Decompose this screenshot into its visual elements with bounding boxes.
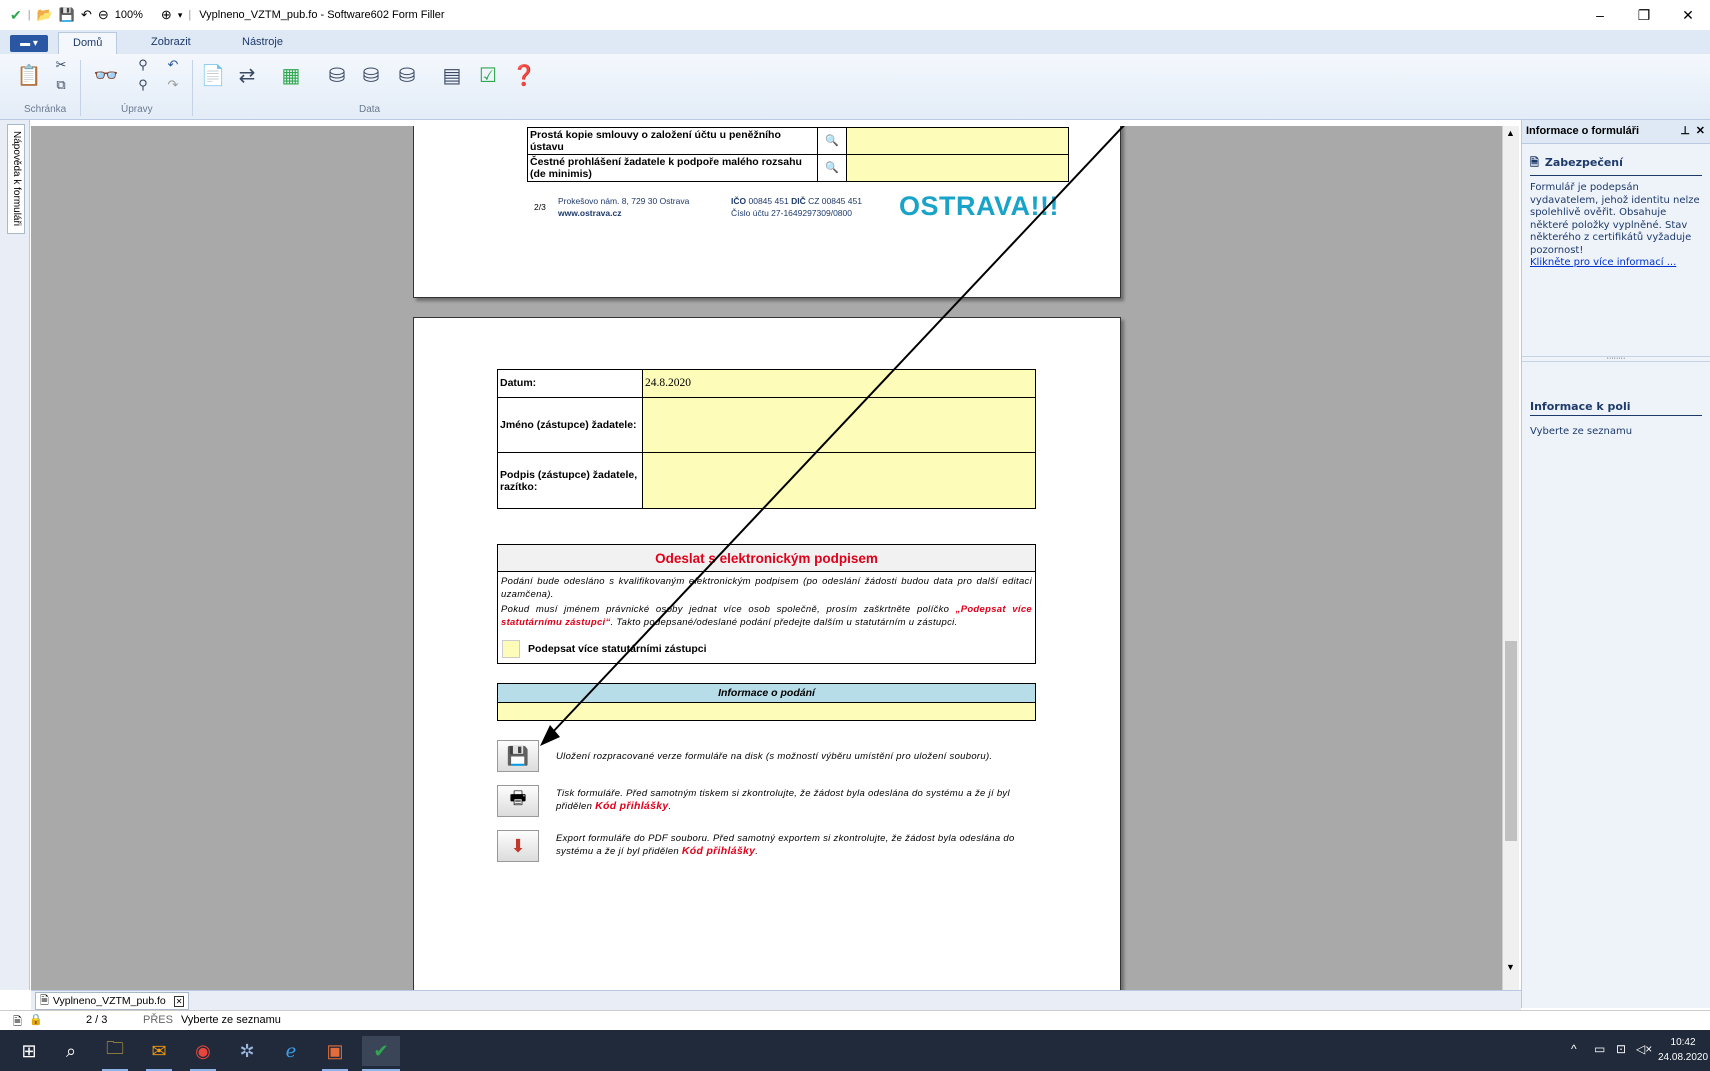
document-tab-label: Vyplneno_VZTM_pub.fo xyxy=(52,995,166,1007)
ribbon-separator xyxy=(192,60,193,116)
left-side-panel: Nápověda k formuláři xyxy=(0,120,30,990)
security-title-text: Zabezpečení xyxy=(1544,156,1623,169)
panel-title: Informace o formuláři xyxy=(1526,125,1640,137)
ribbon-separator xyxy=(80,60,81,116)
restore-button[interactable]: ❐ xyxy=(1622,0,1666,30)
window-title: Vyplneno_VZTM_pub.fo - Software602 Form … xyxy=(199,9,445,21)
cut-icon[interactable]: ✂ xyxy=(48,56,74,74)
document-tab[interactable]: 🗎 Vyplneno_VZTM_pub.fo ✕ xyxy=(35,992,190,1010)
undo-ribbon-icon[interactable]: ↶ xyxy=(160,56,186,74)
minimize-button[interactable]: – xyxy=(1578,0,1622,30)
tab-home[interactable]: Domů xyxy=(58,32,118,54)
document-icon: 🗎 xyxy=(40,994,49,1007)
replace-icon[interactable]: ⚲ xyxy=(130,76,156,94)
separator: | xyxy=(188,9,192,21)
find-icon[interactable]: 👓 xyxy=(88,60,124,90)
database-save-icon[interactable]: ⛁ xyxy=(358,60,384,90)
open-icon[interactable]: 📂 xyxy=(37,7,53,23)
database-web-icon[interactable]: ⛁ xyxy=(394,60,420,90)
internet-explorer-icon[interactable]: ℯ xyxy=(276,1036,306,1066)
import-data-icon[interactable]: 📄 xyxy=(200,60,226,90)
undo-icon[interactable]: ↶ xyxy=(81,7,92,23)
field-info-section: Informace k poli Vyberte ze seznamu xyxy=(1522,398,1710,439)
app-logo-icon: ✔ xyxy=(10,6,22,23)
database-icon[interactable]: ⛁ xyxy=(324,60,350,90)
calculator-icon[interactable]: ▤ xyxy=(439,60,465,90)
document-scrollbar[interactable]: ▲ ▼ xyxy=(1502,126,1519,990)
powerpoint-icon[interactable]: ▣ xyxy=(320,1036,350,1066)
arrow-line xyxy=(549,126,1125,736)
separator: | xyxy=(27,9,31,21)
paste-icon[interactable]: 📋 xyxy=(16,60,42,90)
zoom-in-icon[interactable]: ⊕ xyxy=(161,7,172,23)
form-info-panel: Informace o formuláři ⊥ ✕ 🗎 Zabezpečení F… xyxy=(1521,120,1710,1008)
check-form-icon[interactable]: ☑ xyxy=(475,60,501,90)
security-text: Formulář je podepsán vydavatelem, jehož … xyxy=(1530,182,1700,256)
scroll-up-icon[interactable]: ▲ xyxy=(1506,128,1515,138)
customize-toolbar-icon[interactable]: ▾ xyxy=(178,10,183,21)
app-icon[interactable]: ✲ xyxy=(232,1036,262,1066)
volume-icon[interactable]: ◁× xyxy=(1636,1042,1652,1056)
form-help-tab[interactable]: Nápověda k formuláři xyxy=(7,124,25,234)
close-tab-icon[interactable]: ✕ xyxy=(173,995,185,1007)
windows-start-icon[interactable]: ⊞ xyxy=(14,1036,44,1066)
panel-header: Informace o formuláři ⊥ ✕ xyxy=(1522,120,1710,144)
form-help-icon[interactable]: ❓ xyxy=(511,60,537,90)
show-hidden-icons[interactable]: ^ xyxy=(1571,1042,1577,1056)
panel-splitter[interactable]: ········ xyxy=(1522,355,1710,362)
pin-icon[interactable]: ⊥ xyxy=(1680,120,1690,142)
outlook-icon[interactable]: ✉ xyxy=(144,1036,174,1066)
zoom-level[interactable]: 100% xyxy=(115,9,143,21)
form-filler-taskbar-icon[interactable]: ✔ xyxy=(362,1036,400,1066)
clock[interactable]: 10:42 24.08.2020 xyxy=(1658,1035,1708,1065)
search-icon[interactable]: ⌕ xyxy=(56,1036,86,1066)
field-info-title: Informace k poli xyxy=(1530,398,1702,416)
ribbon-tabs: ▬ ▾ Domů Zobrazit Nástroje xyxy=(0,30,1710,54)
group-label-data: Data xyxy=(359,104,381,115)
ribbon: 📋 ✂ ⧉ Schránka 👓 ⚲ ⚲ ↶ ↷ Úpravy 📄 ⇄ ▦ ⛁ … xyxy=(0,54,1710,120)
file-explorer-icon[interactable]: 🗀 xyxy=(100,1036,130,1066)
zoom-out-icon[interactable]: ⊖ xyxy=(98,7,109,23)
group-label-clipboard: Schránka xyxy=(24,104,67,115)
clock-time: 10:42 xyxy=(1670,1037,1696,1048)
security-section-title: 🗎 Zabezpečení xyxy=(1530,152,1702,176)
annotation-arrow xyxy=(540,126,1125,746)
document-tabs: 🗎 Vyplneno_VZTM_pub.fo ✕ xyxy=(31,990,1521,1010)
group-label-edits: Úpravy xyxy=(121,104,153,115)
document-area[interactable]: Prostá kopie smlouvy o založení účtu u p… xyxy=(31,126,1504,990)
field-info-text: Vyberte ze seznamu xyxy=(1530,426,1633,437)
file-menu-button[interactable]: ▬ ▾ xyxy=(10,35,48,52)
status-bar: 🗎 🔒 2 / 3 PŘES Vyberte ze seznamu xyxy=(0,1010,1710,1030)
status-hint: Vyberte ze seznamu xyxy=(181,1014,281,1026)
chrome-icon[interactable]: ◉ xyxy=(188,1036,218,1066)
page-counter: 2 / 3 xyxy=(86,1014,108,1026)
add-row-icon[interactable]: ▦ xyxy=(278,60,304,90)
menu-icon: ▬ ▾ xyxy=(20,38,38,49)
tab-tools[interactable]: Nástroje xyxy=(228,32,297,54)
security-more-link[interactable]: Klikněte pro více informací ... xyxy=(1522,257,1710,270)
find-next-icon[interactable]: ⚲ xyxy=(130,56,156,74)
redo-ribbon-icon[interactable]: ↷ xyxy=(160,76,186,94)
save-icon[interactable]: 💾 xyxy=(59,7,75,23)
title-bar: ✔ | 📂 💾 ↶ ⊖ 100% ⊕ ▾ | Vyplneno_VZTM_pub… xyxy=(0,0,1710,30)
convert-data-icon[interactable]: ⇄ xyxy=(234,60,260,90)
clock-date: 24.08.2020 xyxy=(1658,1052,1709,1063)
battery-icon[interactable]: ▭ xyxy=(1594,1042,1605,1056)
close-button[interactable]: ✕ xyxy=(1666,0,1710,30)
panel-close-icon[interactable]: ✕ xyxy=(1696,120,1705,142)
tab-view[interactable]: Zobrazit xyxy=(137,32,205,54)
copy-icon[interactable]: ⧉ xyxy=(48,76,74,94)
network-icon[interactable]: ⊡ xyxy=(1616,1042,1626,1056)
scroll-thumb[interactable] xyxy=(1505,641,1517,841)
document-icon: 🗎 xyxy=(1530,156,1539,169)
scroll-down-icon[interactable]: ▼ xyxy=(1506,962,1515,972)
taskbar: ⊞ ⌕ 🗀 ✉ ◉ ✲ ℯ ▣ ✔ ^ ▭ ⊡ ◁× 10:42 24.08.2… xyxy=(0,1030,1710,1071)
input-mode: PŘES xyxy=(143,1014,173,1026)
lock-icon: 🔒 xyxy=(29,1014,43,1026)
